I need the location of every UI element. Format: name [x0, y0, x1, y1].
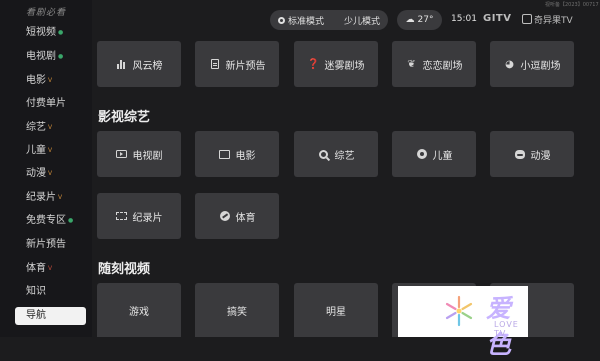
- tile-comedy-theater[interactable]: ◕ 小逗剧场: [490, 41, 574, 87]
- vip-icon: V: [58, 194, 63, 201]
- sidebar-item-sports[interactable]: 体育 V: [26, 261, 52, 277]
- sidebar-item-label: 短视频: [26, 27, 56, 38]
- gitv-logo: GITV: [483, 13, 512, 24]
- document-icon: [209, 58, 221, 70]
- sidebar-item-knowledge[interactable]: 知识: [26, 284, 46, 300]
- logo-subtext: LOVE TV: [494, 320, 519, 338]
- sidebar-item-kids[interactable]: 儿童 V: [26, 143, 52, 159]
- tile-romance-theater[interactable]: ❦ 恋恋剧场: [392, 41, 476, 87]
- tile-label: 搞笑: [227, 306, 247, 318]
- standard-mode-button[interactable]: 标准模式: [278, 14, 324, 27]
- tile-mist-theater[interactable]: ❓ 迷雾剧场: [294, 41, 378, 87]
- sidebar-item-label: 新片预告: [26, 239, 66, 250]
- tile-label: 新片预告: [225, 60, 266, 72]
- sidebar-item-label: 纪录片: [26, 192, 56, 203]
- swirl-icon: ◕: [505, 58, 514, 70]
- tile-label: 小逗剧场: [520, 60, 561, 72]
- sidebar-item-movie[interactable]: 电影 V: [26, 73, 52, 89]
- new-dot-icon: ●: [58, 29, 64, 36]
- tile-anime[interactable]: 动漫: [490, 131, 574, 177]
- tile-trailers[interactable]: 新片预告: [195, 41, 279, 87]
- tile-label: 动漫: [530, 150, 551, 162]
- tile-sports[interactable]: 体育: [195, 193, 279, 239]
- sidebar-item-label: 综艺: [26, 122, 46, 133]
- sidebar-item-label: 电视剧: [26, 51, 56, 62]
- sidebar-item-label: 知识: [26, 286, 46, 297]
- tile-games[interactable]: 游戏: [97, 283, 181, 337]
- sidebar-item-label: 儿童: [26, 145, 46, 156]
- clock: 15:01: [451, 14, 477, 24]
- tile-variety[interactable]: 综艺: [294, 131, 378, 177]
- vip-icon: V: [48, 265, 53, 272]
- tile-label: 电视剧: [132, 150, 163, 162]
- tile-label: 明星: [326, 306, 346, 318]
- sidebar-item-variety[interactable]: 综艺 V: [26, 120, 52, 136]
- sidebar-item-navigation[interactable]: 导航: [15, 307, 86, 325]
- tile-label: 儿童: [432, 150, 453, 162]
- sidebar-item-label: 付费单片: [26, 98, 66, 109]
- mist-icon: ❓: [307, 58, 320, 70]
- standard-mode-label: 标准模式: [288, 16, 325, 27]
- weather-widget[interactable]: ☁ 27°: [397, 10, 442, 30]
- vip-icon: V: [48, 124, 53, 131]
- sidebar-item-paid[interactable]: 付费单片: [26, 96, 66, 112]
- tile-comedy[interactable]: 搞笑: [195, 283, 279, 337]
- new-dot-icon: ●: [68, 217, 74, 224]
- sidebar-item-documentary[interactable]: 纪录片 V: [26, 190, 62, 206]
- new-dot-icon: ●: [58, 53, 64, 60]
- tile-label: 风云榜: [132, 60, 163, 72]
- reel-icon: [116, 210, 128, 222]
- tile-label: 电影: [235, 150, 256, 162]
- sidebar: 看剧必看 短视频 ● 电视剧 ● 电影 V 付费单片 综艺 V 儿童 V 动漫 V 纪录片 V…: [0, 0, 92, 337]
- license-note: 视听备【2023】00717: [545, 2, 599, 8]
- cloud-icon: ☁: [405, 15, 415, 25]
- watermark-logo: 爱色 LOVE TV: [398, 286, 528, 359]
- weather-temp: 27°: [417, 15, 434, 25]
- brand-logo-label: 奇异果TV: [534, 16, 573, 26]
- ball-icon: [219, 210, 231, 222]
- tile-label: 综艺: [334, 150, 355, 162]
- section-title-random: 随刻视频: [98, 262, 151, 277]
- check-icon: [278, 16, 285, 24]
- mode-switcher: 标准模式 少儿模式: [270, 10, 388, 30]
- sidebar-item-short-video[interactable]: 短视频 ●: [26, 25, 63, 41]
- search-icon: [318, 148, 330, 160]
- leaf-icon: ❦: [407, 58, 416, 70]
- bear-icon: [514, 148, 526, 160]
- tile-label: 游戏: [129, 306, 149, 318]
- vip-icon: V: [48, 170, 53, 177]
- sidebar-item-label: 免费专区: [26, 215, 66, 226]
- tile-label: 迷雾剧场: [324, 60, 365, 72]
- sidebar-item-anime[interactable]: 动漫 V: [26, 166, 52, 182]
- tile-celebrity[interactable]: 明星: [294, 283, 378, 337]
- tile-movie[interactable]: 电影: [195, 131, 279, 177]
- tile-label: 纪录片: [132, 212, 163, 224]
- sidebar-item-tv-series[interactable]: 电视剧 ●: [26, 49, 63, 65]
- sidebar-item-label: 动漫: [26, 168, 46, 179]
- tile-label: 恋恋剧场: [422, 60, 463, 72]
- tile-rankings[interactable]: 风云榜: [97, 41, 181, 87]
- tv-logo-icon: [522, 14, 532, 24]
- vip-icon: V: [48, 147, 53, 154]
- sidebar-item-trailers[interactable]: 新片预告: [26, 237, 66, 253]
- sidebar-brand: 看剧必看: [26, 8, 67, 18]
- flower-logo-icon: [445, 295, 473, 327]
- tile-label: 体育: [235, 212, 256, 224]
- film-icon: [219, 148, 231, 160]
- brand-logo: 奇异果TV: [522, 13, 573, 26]
- section-title-variety: 影视综艺: [98, 110, 151, 125]
- vip-icon: V: [48, 77, 53, 84]
- sidebar-item-label: 体育: [26, 263, 46, 274]
- tv-icon: [116, 148, 128, 160]
- tile-documentary[interactable]: 纪录片: [97, 193, 181, 239]
- tile-kids[interactable]: 儿童: [392, 131, 476, 177]
- kids-mode-button[interactable]: 少儿模式: [344, 14, 380, 27]
- chart-icon: [116, 58, 128, 70]
- sidebar-item-label: 电影: [26, 75, 46, 86]
- sidebar-item-free-zone[interactable]: 免费专区 ●: [26, 213, 73, 229]
- kid-icon: [416, 148, 428, 160]
- tile-tv-series[interactable]: 电视剧: [97, 131, 181, 177]
